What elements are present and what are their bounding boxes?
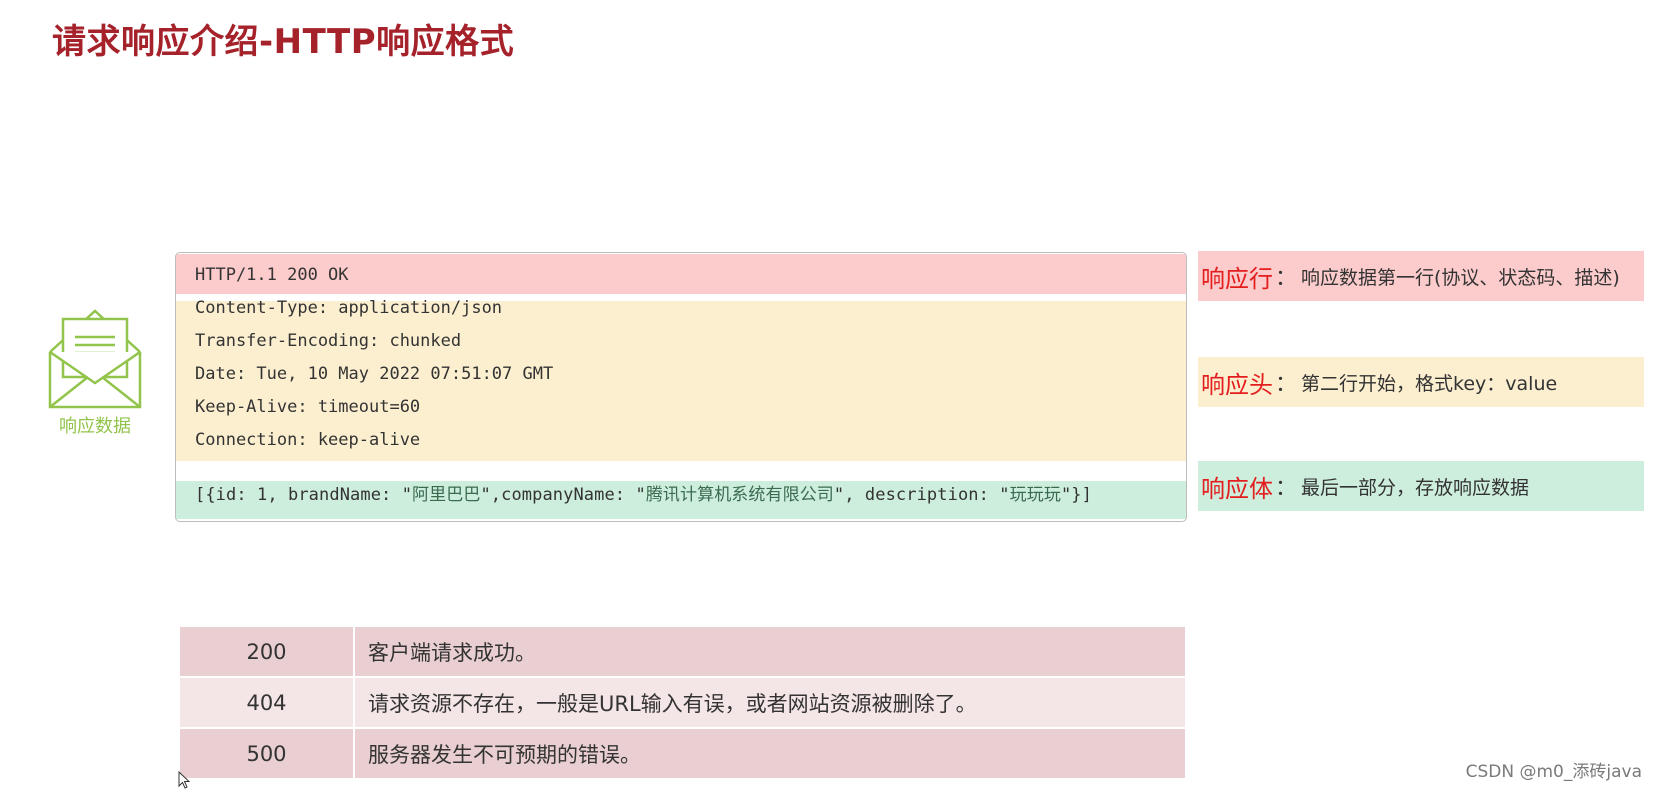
- watermark: CSDN @m0_添砖java: [1465, 762, 1642, 782]
- status-desc-cell: 服务器发生不可预期的错误。: [353, 727, 1187, 780]
- label-description: 第二行开始，格式key：value: [1301, 372, 1558, 395]
- body-part: [{id: 1, brandName: ": [195, 485, 413, 505]
- header-line: Connection: keep-alive: [195, 430, 421, 450]
- response-body-text: [{id: 1, brandName: "阿里巴巴",companyName: …: [195, 480, 1092, 505]
- status-desc-cell: 客户端请求成功。: [353, 625, 1187, 678]
- headers-label: 响应头：第二行开始，格式key：value: [1198, 357, 1644, 407]
- http-response-example: HTTP/1.1 200 OK Content-Type: applicatio…: [175, 252, 1187, 522]
- table-row: 500 服务器发生不可预期的错误。: [178, 727, 1187, 780]
- status-line-label: 响应行：响应数据第一行(协议、状态码、描述): [1198, 251, 1644, 301]
- header-line: Keep-Alive: timeout=60: [195, 397, 421, 417]
- table-row: 404 请求资源不存在，一般是URL输入有误，或者网站资源被删除了。: [178, 676, 1187, 729]
- status-code-cell: 200: [178, 625, 355, 678]
- status-line-text: HTTP/1.1 200 OK: [195, 265, 349, 285]
- label-separator: ：: [1275, 372, 1298, 397]
- body-brand-value: 阿里巴巴: [412, 485, 481, 505]
- label-key: 响应行: [1201, 264, 1273, 293]
- body-part: ", description: ": [833, 485, 1010, 505]
- body-part: ",companyName: ": [480, 485, 646, 505]
- label-key: 响应体: [1201, 474, 1273, 503]
- status-desc-cell: 请求资源不存在，一般是URL输入有误，或者网站资源被删除了。: [353, 676, 1187, 729]
- status-code-cell: 404: [178, 676, 355, 729]
- header-line: Content-Type: application/json: [195, 298, 503, 318]
- envelope-label: 响应数据: [59, 416, 131, 437]
- label-description: 最后一部分，存放响应数据: [1301, 476, 1530, 499]
- header-line: Transfer-Encoding: chunked: [195, 331, 462, 351]
- header-line: Date: Tue, 10 May 2022 07:51:07 GMT: [195, 364, 554, 384]
- body-label: 响应体：最后一部分，存放响应数据: [1198, 461, 1644, 511]
- label-description: 响应数据第一行(协议、状态码、描述): [1301, 266, 1620, 289]
- page-title: 请求响应介绍-HTTP响应格式: [52, 22, 515, 62]
- body-company-value: 腾讯计算机系统有限公司: [645, 485, 834, 505]
- mouse-cursor-icon: [178, 771, 191, 789]
- body-desc-value: 玩玩玩: [1009, 485, 1061, 505]
- table-row: 200 客户端请求成功。: [178, 625, 1187, 678]
- body-part: "}]: [1060, 485, 1092, 505]
- label-key: 响应头: [1201, 370, 1273, 399]
- status-code-cell: 500: [178, 727, 355, 780]
- label-separator: ：: [1275, 476, 1298, 501]
- label-separator: ：: [1275, 266, 1298, 291]
- status-code-table: 200 客户端请求成功。 404 请求资源不存在，一般是URL输入有误，或者网站…: [178, 625, 1187, 780]
- envelope-letter-icon: [48, 309, 142, 409]
